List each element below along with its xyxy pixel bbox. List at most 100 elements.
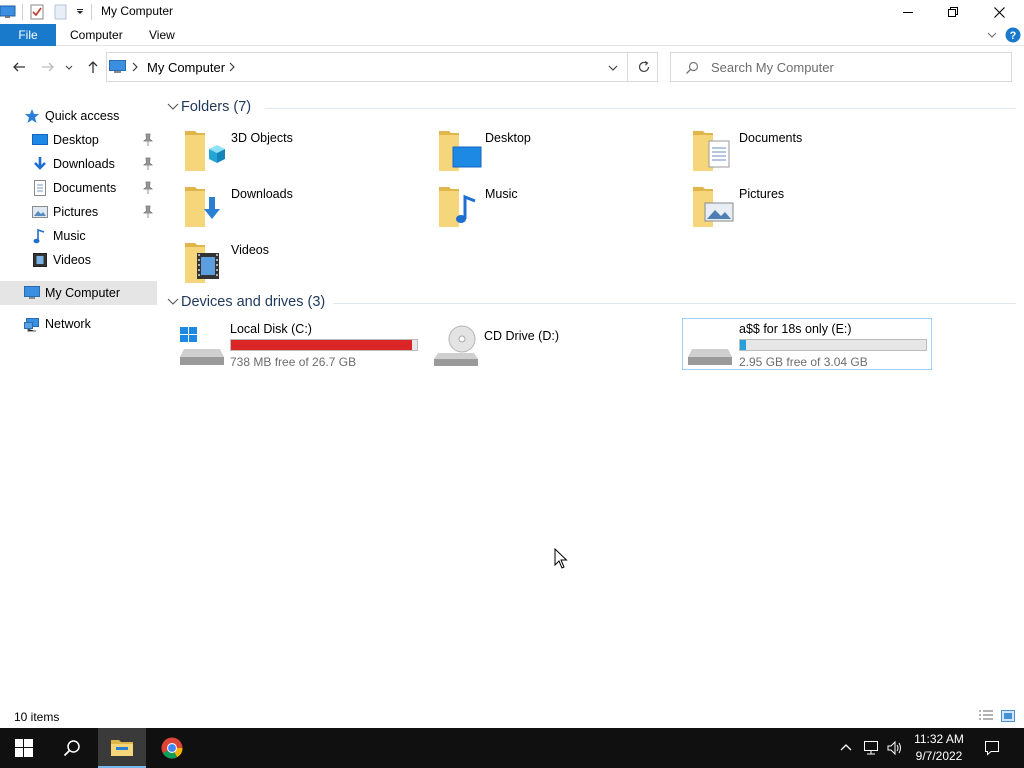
folder-pictures[interactable]: Pictures [691,183,931,235]
minimize-button[interactable] [885,0,931,24]
computer-app-icon [0,4,16,20]
pin-icon[interactable] [142,133,154,147]
refresh-icon[interactable] [637,60,651,77]
drive-d[interactable]: CD Drive (D:) [434,319,684,371]
pin-icon[interactable] [142,181,154,195]
drive-name: Local Disk (C:) [230,322,312,336]
nav-network-label: Network [45,317,91,331]
breadcrumb-separator-icon[interactable] [228,61,236,76]
start-button[interactable] [0,728,48,768]
nav-videos[interactable]: Videos [0,249,157,271]
pin-icon[interactable] [142,205,154,219]
folder-music[interactable]: Music [437,183,677,235]
properties-icon[interactable] [29,4,45,20]
taskbar-search-button[interactable] [48,728,96,768]
computer-icon [24,286,40,299]
taskbar-clock[interactable]: 11:32 AM 9/7/2022 [908,731,970,765]
close-button[interactable] [976,0,1022,24]
search-input[interactable]: Search My Computer [670,52,1012,82]
file-explorer-icon [111,740,133,756]
mouse-cursor-icon [554,548,568,569]
address-history-chevron-icon[interactable] [607,62,619,76]
folder-label: Pictures [739,187,785,201]
folder-downloads[interactable]: Downloads [183,183,423,235]
chevron-down-icon [65,65,73,70]
restore-button[interactable] [930,0,976,24]
collapse-chevron-icon[interactable] [167,297,179,307]
pictures-icon [32,206,48,218]
nav-pictures-label: Pictures [53,205,99,219]
new-folder-icon[interactable] [53,4,69,20]
customize-toolbar-chevron-icon[interactable] [75,4,85,20]
show-hidden-icons-icon[interactable] [838,740,854,756]
folder-label: Music [485,187,518,201]
minimize-icon [903,12,913,13]
breadcrumb-separator-icon[interactable] [131,61,139,76]
taskbar-file-explorer[interactable] [98,728,146,768]
expand-ribbon-chevron-icon[interactable] [986,29,998,41]
breadcrumb-my-computer[interactable]: My Computer [147,60,225,75]
folder-label: 3D Objects [231,131,293,145]
address-bar[interactable]: My Computer [106,52,658,82]
folder-label: Downloads [231,187,293,201]
videos-folder-icon [185,243,219,283]
nav-desktop[interactable]: Desktop [0,129,157,151]
nav-network[interactable]: Network [0,313,157,335]
help-icon[interactable]: ? [1005,27,1021,43]
navigation-pane: Quick access Desktop Downloads Documents… [0,88,157,704]
drive-usage-bar [230,339,418,351]
nav-my-computer-label: My Computer [45,286,121,300]
restore-icon [948,7,958,17]
ribbon-tabs: File Computer View ? [0,24,1024,46]
drive-usage-fill [740,340,746,350]
nav-downloads[interactable]: Downloads [0,153,157,175]
forward-button[interactable] [39,58,57,76]
nav-quick-access[interactable]: Quick access [0,105,157,127]
status-bar: 10 items [0,704,1024,728]
large-icons-view-icon[interactable] [1000,709,1016,726]
nav-music[interactable]: Music [0,225,157,247]
devices-group-header[interactable]: Devices and drives (3) [165,292,1016,314]
network-tray-icon[interactable] [862,740,878,756]
clock-time: 11:32 AM [914,732,964,746]
collapse-chevron-icon[interactable] [167,102,179,112]
nav-my-computer[interactable]: My Computer [0,281,157,305]
drive-e[interactable]: a$$ for 18s only (E:) 2.95 GB free of 3.… [682,318,932,370]
folder-documents[interactable]: Documents [691,127,931,179]
chrome-icon [161,737,183,759]
search-icon [63,740,80,757]
folders-group-header[interactable]: Folders (7) [165,97,1016,119]
back-button[interactable] [10,58,28,76]
windows-drive-icon [180,327,224,365]
downloads-icon [34,157,46,170]
nav-videos-label: Videos [53,253,91,267]
tab-file[interactable]: File [0,24,56,46]
desktop-icon [32,134,48,145]
nav-desktop-label: Desktop [53,133,99,147]
up-button[interactable] [84,58,102,76]
tab-computer[interactable]: Computer [70,28,123,42]
details-view-icon[interactable] [978,709,994,726]
videos-icon [33,253,47,267]
nav-music-label: Music [53,229,86,243]
devices-group-title: Devices and drives (3) [181,294,326,310]
drive-name: CD Drive (D:) [484,329,559,343]
volume-icon[interactable] [886,740,902,756]
folders-group-title: Folders (7) [181,99,252,115]
tab-view[interactable]: View [149,28,175,42]
nav-pictures[interactable]: Pictures [0,201,157,223]
folder-desktop[interactable]: Desktop [437,127,677,179]
pin-icon[interactable] [142,157,154,171]
folder-videos[interactable]: Videos [183,239,423,291]
drive-c[interactable]: Local Disk (C:) 738 MB free of 26.7 GB [180,319,430,371]
taskbar-chrome[interactable] [148,728,196,768]
nav-documents[interactable]: Documents [0,177,157,199]
nav-documents-label: Documents [53,181,117,195]
clock-date: 9/7/2022 [915,749,963,763]
music-folder-icon [439,187,476,227]
recent-locations-button[interactable] [63,58,75,76]
drive-free-space: 738 MB free of 26.7 GB [230,355,357,369]
folder-3d-objects[interactable]: 3D Objects [183,127,423,179]
quick-access-toolbar [0,0,98,24]
action-center-icon[interactable] [984,740,1000,756]
